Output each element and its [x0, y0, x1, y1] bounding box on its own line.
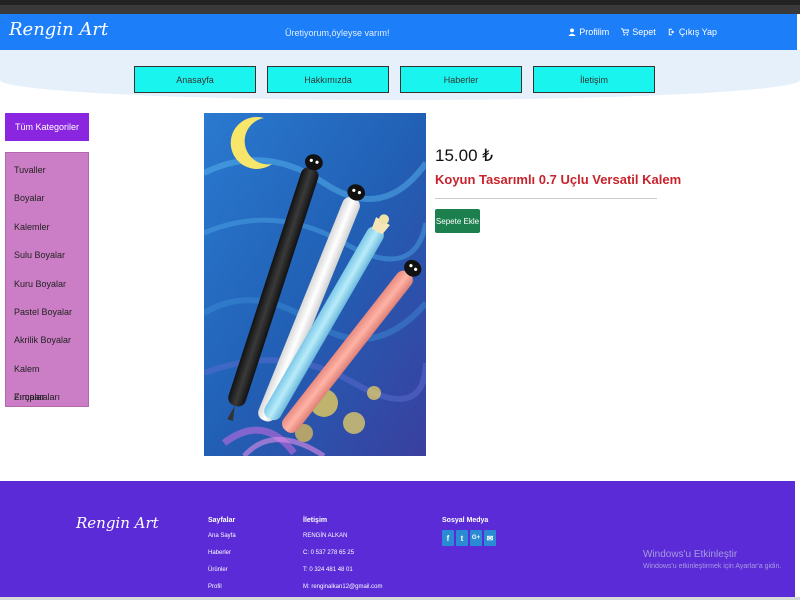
- contact-name: RENGİN ALKAN: [303, 533, 348, 539]
- product-price: 15.00 ₺: [435, 146, 494, 165]
- footer-pages-title: Sayfalar: [208, 517, 236, 524]
- footer-brand: Rengin Art: [76, 514, 159, 532]
- divider: [435, 198, 657, 199]
- footer-contact-column: İletişim RENGİN ALKAN C: 0 537 278 65 25…: [303, 517, 382, 598]
- cart-link-label: Sepet: [632, 27, 656, 37]
- contact-mobile: C: 0 537 278 65 25: [303, 550, 355, 556]
- user-icon: [568, 28, 576, 36]
- menu-news-button[interactable]: Haberler: [400, 66, 522, 93]
- footer-link-profile[interactable]: Profil: [208, 584, 222, 590]
- category-item[interactable]: Kuru Boyalar: [6, 270, 88, 298]
- logout-link-label: Çıkış Yap: [678, 27, 717, 37]
- browser-top-strip: [0, 0, 800, 14]
- category-item[interactable]: Akrilik Boyalar: [6, 326, 88, 354]
- category-item[interactable]: Boyalar: [6, 184, 88, 212]
- footer-link-news[interactable]: Haberler: [208, 550, 231, 556]
- category-item[interactable]: Sulu Boyalar: [6, 241, 88, 269]
- profile-link-label: Profilim: [579, 27, 610, 37]
- site-tagline: Üretiyorum,öyleyse varım!: [285, 28, 390, 38]
- footer-link-home[interactable]: Ana Sayfa: [208, 533, 236, 539]
- user-nav: Profilim Sepet Çıkış Yap: [568, 27, 717, 37]
- footer-contact-title: İletişim: [303, 517, 328, 524]
- all-categories-button[interactable]: Tüm Kategoriler: [5, 113, 89, 141]
- footer: Rengin Art Sayfalar Ana Sayfa Haberler Ü…: [0, 481, 795, 600]
- footer-link-products[interactable]: Ürünler: [208, 567, 228, 573]
- footer-social-title: Sosyal Medya: [442, 517, 489, 524]
- product-name: Koyun Tasarımlı 0.7 Uçlu Versatil Kalem: [435, 172, 682, 187]
- contact-email: M: renginalkan12@gmail.com: [303, 584, 383, 590]
- google-plus-icon[interactable]: G+: [470, 530, 482, 546]
- logout-link[interactable]: Çıkış Yap: [668, 27, 717, 37]
- menu-home-button[interactable]: Anasayfa: [134, 66, 256, 93]
- mail-icon[interactable]: ✉: [484, 530, 496, 546]
- watermark-title: Windows'u Etkinleştir: [643, 549, 738, 560]
- profile-link[interactable]: Profilim: [568, 27, 609, 37]
- category-list: Tuvaller Boyalar Kalemler Sulu Boyalar K…: [5, 152, 89, 407]
- product-image: [204, 113, 426, 456]
- contact-phone: T: 0 324 481 48 01: [303, 567, 353, 573]
- cart-link[interactable]: Sepet: [621, 27, 656, 37]
- category-item[interactable]: Kalemler: [6, 213, 88, 241]
- facebook-icon[interactable]: f: [442, 530, 454, 546]
- windows-activation-watermark: Windows'u Etkinleştir Windows'u etkinleş…: [643, 549, 781, 570]
- category-item[interactable]: Kalem Zımparaları: [6, 355, 88, 402]
- twitter-icon[interactable]: t: [456, 530, 468, 546]
- add-to-cart-button[interactable]: Sepete Ekle: [435, 209, 480, 233]
- footer-social-column: Sosyal Medya f t G+ ✉: [442, 517, 496, 546]
- top-navbar: Rengin Art Üretiyorum,öyleyse varım! Pro…: [0, 14, 797, 50]
- cart-icon: [621, 28, 630, 36]
- menu-contact-button[interactable]: İletişim: [533, 66, 655, 93]
- brand-logo[interactable]: Rengin Art: [9, 19, 108, 40]
- category-item[interactable]: Pastel Boyalar: [6, 298, 88, 326]
- footer-pages-column: Sayfalar Ana Sayfa Haberler Ürünler Prof…: [208, 517, 236, 598]
- main-menu: Anasayfa Hakkımızda Haberler İletişim: [134, 66, 655, 93]
- signout-icon: [668, 28, 675, 36]
- category-item[interactable]: Tuvaller: [6, 156, 88, 184]
- watermark-subtitle: Windows'u etkinleştirmek için Ayarlar'a …: [643, 563, 782, 570]
- menu-about-button[interactable]: Hakkımızda: [267, 66, 389, 93]
